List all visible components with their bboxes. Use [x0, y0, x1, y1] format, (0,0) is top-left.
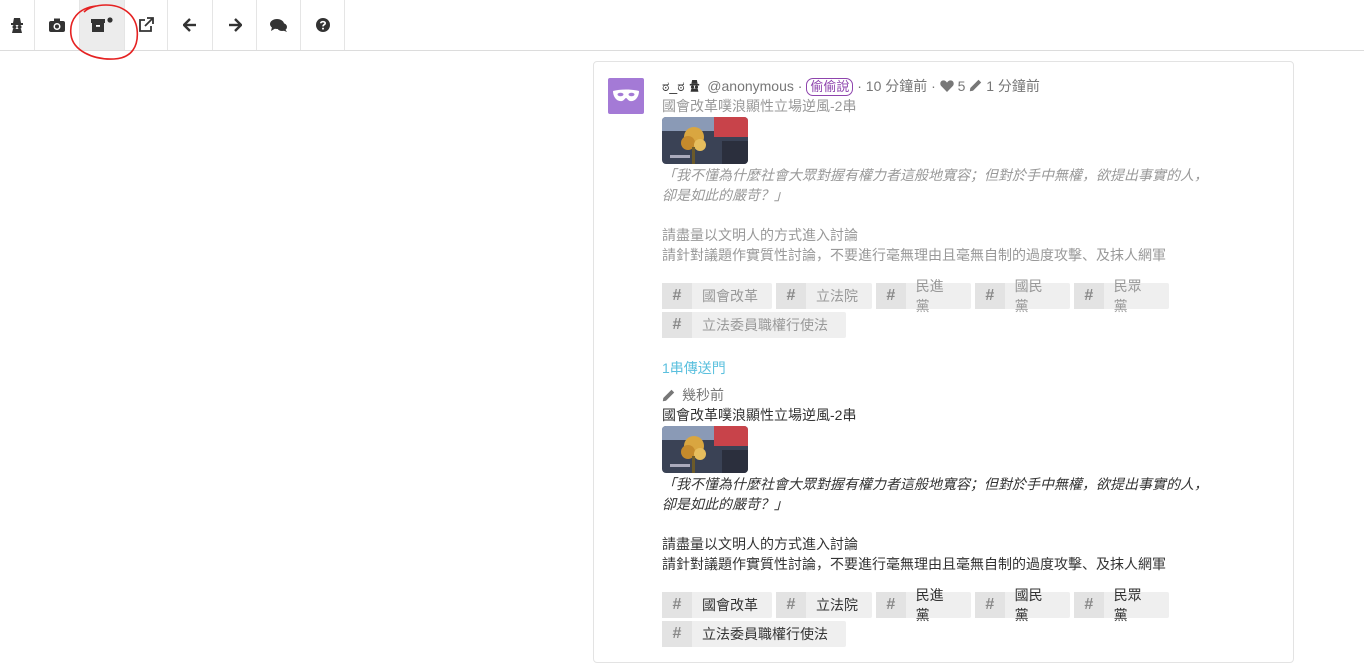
- post-meta: ಠ_ಠ @anonymous · 偷偷說 · 10 分鐘前 · 5 1 分鐘前: [662, 78, 1040, 96]
- post-card: ಠ_ಠ @anonymous · 偷偷說 · 10 分鐘前 · 5 1 分鐘前: [593, 61, 1294, 663]
- hashtag-list: # 國會改革 # 立法院 # 民進黨 # 國民黨 # 民眾黨 # 立法委員職權行使法: [662, 587, 1182, 650]
- post-quote-line: 「我不懂為什麼社會大眾對握有權力者這般地寬容；但對於手中無權，欲提出事實的人，: [662, 476, 1208, 492]
- hash-icon: #: [776, 283, 806, 309]
- hash-icon: #: [876, 283, 906, 309]
- hash-icon: #: [662, 283, 692, 309]
- hashtag[interactable]: # 民眾黨: [1074, 587, 1169, 623]
- like-count: 5: [957, 78, 966, 94]
- archive-button[interactable]: [80, 0, 125, 50]
- hash-icon: #: [662, 621, 692, 647]
- post-text-line: 請盡量以文明人的方式進入討論: [662, 536, 858, 552]
- hash-icon: #: [662, 592, 692, 618]
- post-quote-line: 卻是如此的嚴苛？」: [662, 496, 788, 512]
- hashtag[interactable]: # 立法委員職權行使法: [662, 621, 846, 647]
- hash-icon: #: [975, 592, 1005, 618]
- edit-time-label: 幾秒前: [682, 387, 724, 403]
- user-handle[interactable]: @anonymous: [707, 78, 794, 94]
- edit-time: 1 分鐘前: [986, 78, 1040, 94]
- hash-icon: #: [662, 312, 692, 338]
- pencil-icon: [662, 389, 675, 401]
- post-new-version: 國會改革噗浪顯性立場逆風-2串 「我不懂為什麼社會大眾對握有權力者這般地寬容；但…: [662, 405, 1262, 650]
- post-text-line: 請針對議題作實質性討論，不要進行毫無理由且毫無自制的過度攻擊、及抹人網軍: [662, 556, 1166, 572]
- thread-portal-link[interactable]: 1串傳送門: [662, 358, 1262, 378]
- spy-icon-button[interactable]: [0, 0, 35, 50]
- camera-button[interactable]: [35, 0, 80, 50]
- camera-icon: [49, 18, 65, 32]
- post-title: 國會改革噗浪顯性立場逆風-2串: [662, 407, 857, 423]
- post-old-version: 國會改革噗浪顯性立場逆風-2串 「我不懂為什麼社會大眾對握有權力者這般地寬容；但…: [662, 96, 1262, 341]
- post-image-thumbnail[interactable]: [662, 426, 748, 473]
- hashtag[interactable]: # 國會改革: [662, 283, 772, 309]
- hashtag-list: # 國會改革 # 立法院 # 民進黨 # 國民黨 # 民眾黨 # 立法委員職權行使法: [662, 278, 1182, 341]
- post-quote-line: 「我不懂為什麼社會大眾對握有權力者這般地寬容；但對於手中無權，欲提出事實的人，: [662, 167, 1208, 183]
- hash-icon: #: [876, 592, 906, 618]
- arrow-right-icon: [228, 18, 242, 32]
- post-quote-line: 卻是如此的嚴苛？」: [662, 187, 788, 203]
- arrow-left-icon: [183, 18, 196, 32]
- hashtag[interactable]: # 立法委員職權行使法: [662, 312, 846, 338]
- hashtag[interactable]: # 國會改革: [662, 592, 772, 618]
- top-toolbar: [0, 0, 1364, 51]
- mask-icon: [613, 89, 639, 102]
- hashtag[interactable]: # 立法院: [776, 283, 872, 309]
- whisper-badge: 偷偷說: [806, 78, 854, 96]
- post-title: 國會改革噗浪顯性立場逆風-2串: [662, 98, 857, 114]
- hashtag[interactable]: # 民進黨: [876, 587, 971, 623]
- forward-button[interactable]: [213, 0, 257, 50]
- post-text-line: 請盡量以文明人的方式進入討論: [662, 227, 858, 243]
- hashtag[interactable]: # 立法院: [776, 592, 872, 618]
- hashtag[interactable]: # 國民黨: [975, 587, 1070, 623]
- external-link-button[interactable]: [125, 0, 168, 50]
- question-circle-icon: [315, 18, 330, 32]
- spy-icon: [689, 80, 699, 92]
- help-button[interactable]: [301, 0, 345, 50]
- hash-icon: #: [776, 592, 806, 618]
- heart-icon: [940, 80, 954, 92]
- edit-history-label: 幾秒前: [662, 385, 1262, 405]
- hashtag[interactable]: # 國民黨: [975, 278, 1070, 314]
- hashtag[interactable]: # 民進黨: [876, 278, 971, 314]
- back-button[interactable]: [168, 0, 213, 50]
- post-image-thumbnail[interactable]: [662, 117, 748, 164]
- comments-icon: [269, 18, 287, 32]
- avatar[interactable]: [608, 78, 644, 114]
- archive-icon: [91, 17, 113, 32]
- hash-icon: #: [1074, 283, 1104, 309]
- pencil-icon: [970, 79, 982, 92]
- post-time[interactable]: 10 分鐘前: [866, 78, 927, 94]
- post-text-line: 請針對議題作實質性討論，不要進行毫無理由且毫無自制的過度攻擊、及抹人網軍: [662, 247, 1166, 263]
- hashtag[interactable]: # 民眾黨: [1074, 278, 1169, 314]
- comments-button[interactable]: [257, 0, 301, 50]
- hash-icon: #: [975, 283, 1005, 309]
- hash-icon: #: [1074, 592, 1104, 618]
- external-link-icon: [139, 17, 154, 32]
- nickname[interactable]: ಠ_ಠ: [662, 78, 685, 94]
- spy-icon: [11, 18, 23, 33]
